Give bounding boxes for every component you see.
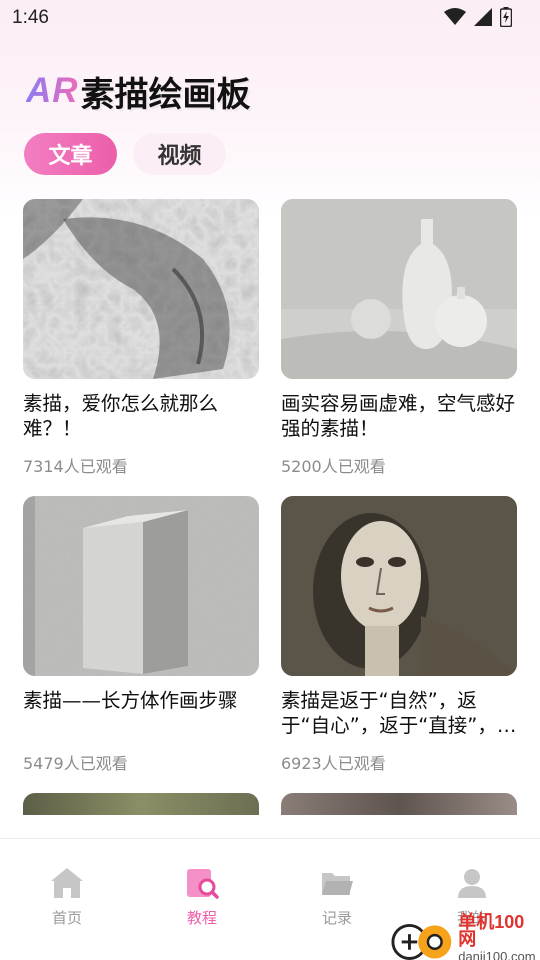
folder-icon xyxy=(322,873,353,895)
article-title: 素描是返于“自然”，返于“自心”，返于“直接”，返于“自我” xyxy=(281,689,517,737)
article-title: 素描——长方体作画步骤 xyxy=(23,689,238,712)
nav-item-records[interactable]: 记录 xyxy=(297,867,377,928)
home-icon xyxy=(51,868,83,898)
nav-item-tutorial[interactable]: 教程 xyxy=(162,867,242,928)
article-thumbnail-partial[interactable] xyxy=(281,793,517,815)
status-icons xyxy=(444,7,512,27)
article-title: 画实容易画虚难，空气感好强的素描！ xyxy=(281,392,516,440)
status-time: 1:46 xyxy=(12,7,49,28)
cell-signal-icon xyxy=(474,8,492,26)
tab-articles[interactable]: 文章 xyxy=(24,133,117,175)
wifi-icon xyxy=(444,8,466,25)
logo-text: 素描绘画板 xyxy=(80,74,251,115)
category-tabs: 文章 视频 xyxy=(24,133,226,175)
watermark-url: danji100.com xyxy=(458,949,536,960)
article-views: 7314人已观看 xyxy=(23,457,128,476)
article-thumbnail-partial[interactable] xyxy=(23,793,259,815)
article-thumbnail xyxy=(281,199,517,379)
watermark: 单机100网 danji100.com xyxy=(390,912,540,960)
profile-icon xyxy=(458,869,486,898)
article-views: 5200人已观看 xyxy=(281,457,386,476)
nav-label: 记录 xyxy=(321,909,352,927)
nav-label: 首页 xyxy=(51,909,82,927)
tab-videos[interactable]: 视频 xyxy=(133,133,226,175)
article-thumbnail xyxy=(281,496,517,676)
battery-charging-icon xyxy=(500,7,512,27)
status-bar: 1:46 xyxy=(0,0,540,36)
nav-label: 教程 xyxy=(186,909,217,927)
nav-item-home[interactable]: 首页 xyxy=(27,867,107,928)
article-thumbnail xyxy=(23,496,259,676)
watermark-logo-icon xyxy=(391,923,452,960)
app-title: AR 素描绘画板 xyxy=(26,66,251,116)
article-views: 6923人已观看 xyxy=(281,754,386,773)
tutorial-search-icon xyxy=(187,869,219,899)
article-title: 素描，爱你怎么就那么难？！ xyxy=(23,392,219,440)
watermark-title: 单机100网 xyxy=(458,912,525,949)
article-views: 5479人已观看 xyxy=(23,754,128,773)
article-thumbnail xyxy=(23,199,259,379)
logo-ar: AR xyxy=(26,71,79,110)
